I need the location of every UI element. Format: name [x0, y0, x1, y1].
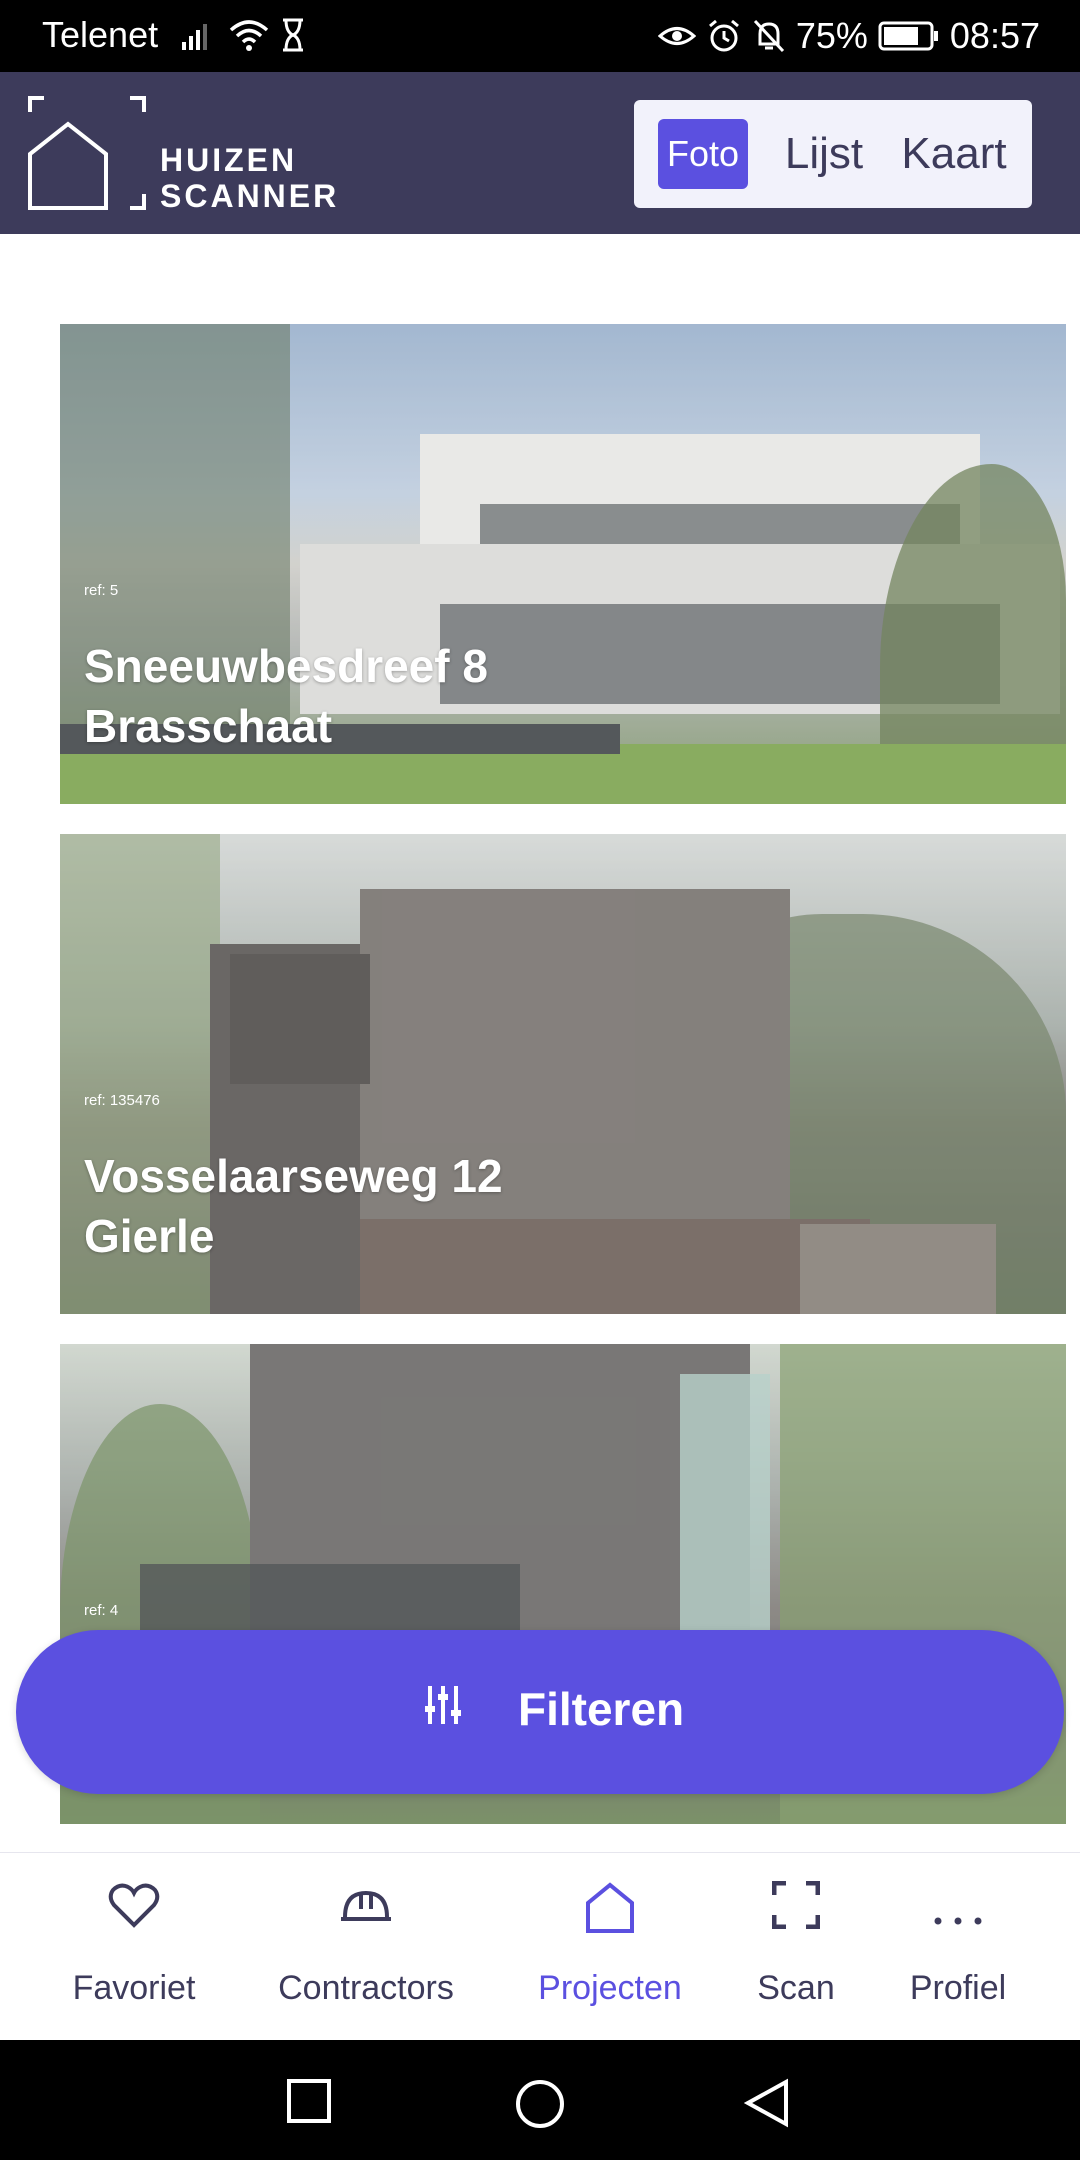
view-toggle: Foto Lijst Kaart	[634, 100, 1032, 208]
system-nav-bar	[0, 2040, 1080, 2160]
filter-label: Filteren	[518, 1683, 685, 1735]
carrier-name: Telenet	[42, 14, 159, 55]
nav-label-contractors: Contractors	[278, 1969, 454, 2007]
status-bar: Telenet 75% 08:57	[0, 0, 1080, 72]
hardhat-icon	[341, 1890, 391, 1921]
project-address: Vosselaarseweg 12 Gierle	[84, 1146, 503, 1266]
home-button-icon[interactable]	[514, 2078, 566, 2130]
more-icon	[934, 1917, 982, 1925]
project-city: Brasschaat	[84, 700, 333, 752]
signal-icon	[182, 24, 207, 50]
nav-label-favoriet: Favoriet	[72, 1969, 196, 2007]
nav-contractors[interactable]: Contractors	[256, 1853, 476, 2041]
nav-profiel[interactable]: Profiel	[888, 1853, 1028, 2041]
battery-icon	[878, 21, 938, 51]
alarm-icon	[708, 19, 739, 52]
wifi-icon	[229, 20, 269, 51]
filter-button[interactable]: Filteren	[16, 1630, 1064, 1794]
back-icon[interactable]	[744, 2078, 790, 2128]
tab-foto[interactable]: Foto	[658, 119, 748, 189]
project-street: Vosselaarseweg 12	[84, 1150, 503, 1202]
scan-icon	[772, 1881, 820, 1929]
nav-label-scan: Scan	[757, 1969, 835, 2007]
tab-kaart[interactable]: Kaart	[890, 119, 1018, 189]
heart-icon	[108, 1883, 160, 1928]
project-address: Sneeuwbesdreef 8 Brasschaat	[84, 636, 488, 756]
eye-icon	[657, 27, 696, 45]
battery-percent: 75%	[795, 15, 868, 56]
nav-label-profiel: Profiel	[909, 1969, 1007, 2007]
project-card[interactable]: ref: 5 Sneeuwbesdreef 8 Brasschaat	[60, 324, 1066, 804]
clock: 08:57	[949, 15, 1040, 56]
hourglass-icon	[283, 18, 303, 52]
brand-name: HUIZEN SCANNER	[160, 142, 339, 214]
app-header: HUIZEN SCANNER Foto Lijst Kaart	[0, 72, 1080, 234]
project-card[interactable]: ref: 135476 Vosselaarseweg 12 Gierle	[60, 834, 1066, 1314]
nav-scan[interactable]: Scan	[726, 1853, 866, 2041]
huizenscanner-logo	[28, 96, 146, 210]
recents-icon[interactable]	[286, 2078, 332, 2124]
sliders-icon	[425, 1686, 461, 1724]
project-street: Sneeuwbesdreef 8	[84, 640, 488, 692]
brand-line-2: SCANNER	[160, 178, 340, 214]
nav-label-projecten: Projecten	[538, 1969, 682, 2007]
project-ref: ref: 4	[84, 1602, 119, 1619]
mute-icon	[753, 19, 784, 53]
nav-projecten[interactable]: Projecten	[520, 1853, 700, 2041]
project-ref: ref: 135476	[84, 1092, 160, 1109]
project-ref: ref: 5	[84, 582, 119, 599]
home-icon	[586, 1882, 634, 1933]
nav-favoriet[interactable]: Favoriet	[44, 1853, 224, 2041]
brand-line-1: HUIZEN	[160, 142, 298, 178]
tab-lijst[interactable]: Lijst	[772, 119, 876, 189]
bottom-nav: Favoriet Contractors Projecten Scan Prof…	[0, 1852, 1080, 2041]
project-city: Gierle	[84, 1210, 215, 1262]
